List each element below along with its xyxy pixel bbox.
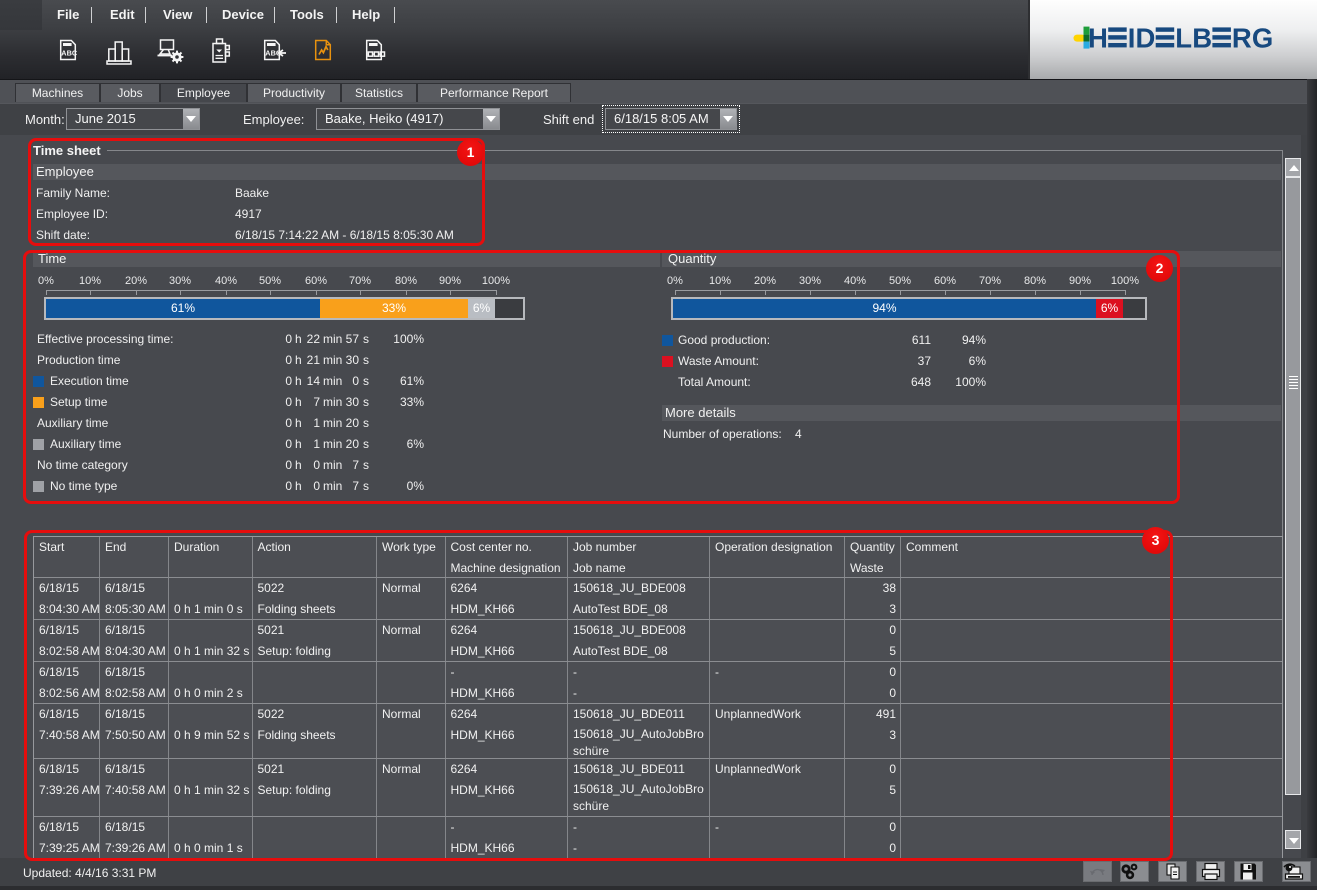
svg-text:I: I [1128,22,1136,53]
svg-text:R: R [1232,22,1252,53]
svg-text:B: B [1192,22,1212,53]
svg-text:H: H [1088,22,1108,53]
svg-text:G: G [1252,22,1273,53]
svg-text:ABC: ABC [61,49,78,58]
svg-text:L: L [1175,22,1192,53]
svg-text:D: D [1136,22,1156,53]
